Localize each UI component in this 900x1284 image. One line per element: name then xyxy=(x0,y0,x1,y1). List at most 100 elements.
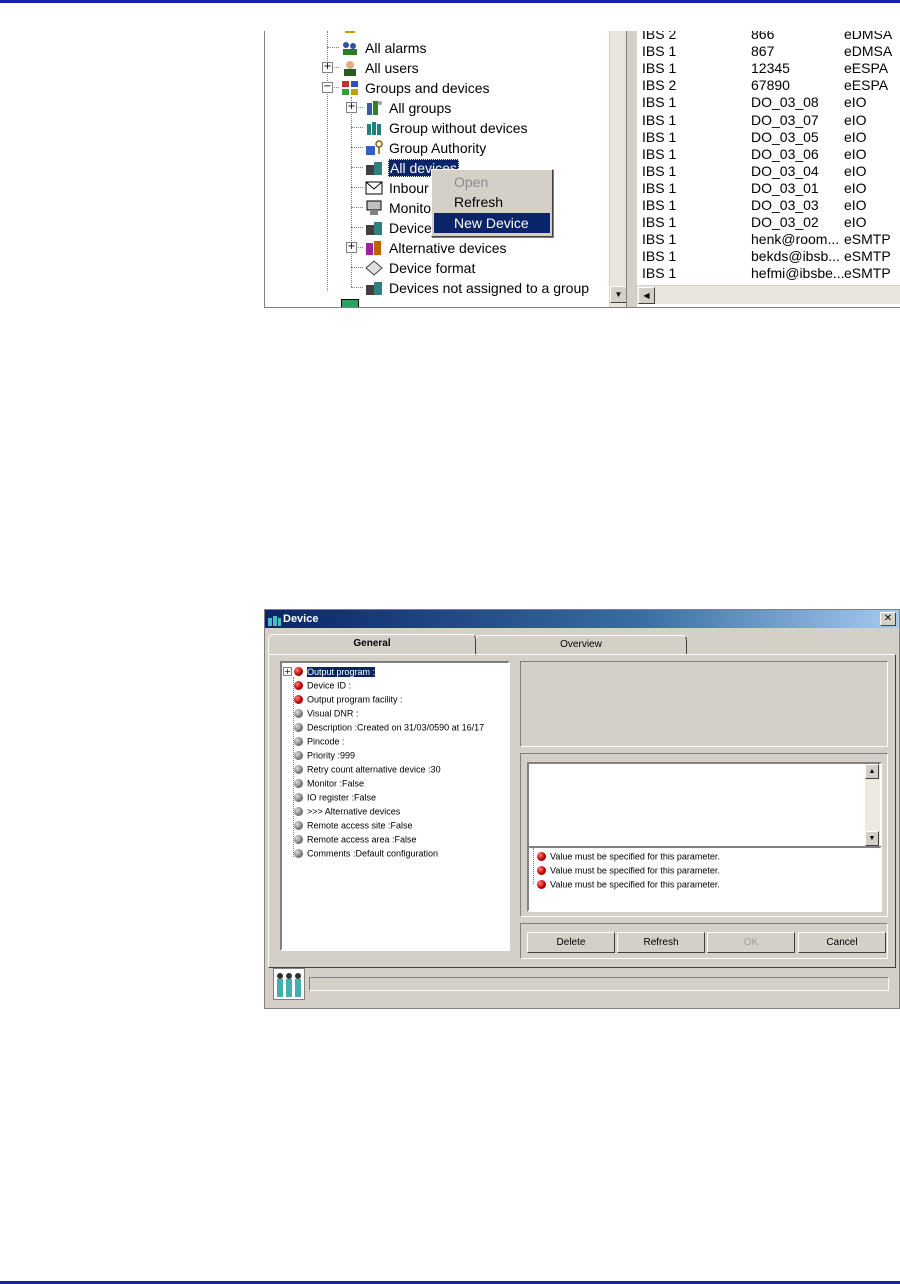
list-cell-type: eDMSA xyxy=(844,31,893,42)
tree-item-inbound[interactable]: Inbour xyxy=(365,177,430,197)
list-cell-id: DO_03_08 xyxy=(751,94,819,111)
parameter-row[interactable]: Device ID : xyxy=(294,678,351,692)
list-cell-type: eIO xyxy=(844,145,867,162)
tree-item-all-users[interactable]: All users xyxy=(341,57,420,77)
dialog-titlebar[interactable]: Device ✕ xyxy=(265,610,899,628)
monitor-icon xyxy=(365,200,383,216)
list-cell-server: IBS 1 xyxy=(642,111,677,128)
parameter-tree: + Output program : Device ID : Output prog… xyxy=(280,661,510,951)
devices-icon xyxy=(365,280,383,296)
scroll-left-icon[interactable]: ◀ xyxy=(638,287,655,304)
devices-icon xyxy=(365,160,383,176)
parameter-label: >>> Alternative devices xyxy=(307,806,401,817)
optional-status-icon xyxy=(294,849,303,859)
list-cell-type: eIO xyxy=(844,197,867,213)
list-cell-server: IBS 1 xyxy=(642,145,677,162)
menu-item-new-device[interactable]: New Device xyxy=(434,213,550,233)
tree-item-alternative-devices[interactable]: Alternative devices xyxy=(365,237,508,257)
parameter-row[interactable]: Priority :999 xyxy=(294,748,355,762)
description-scrollbar[interactable]: ▲ ▼ xyxy=(865,764,880,846)
close-icon[interactable]: ✕ xyxy=(880,612,896,626)
tree-item-group-authority[interactable]: Group Authority xyxy=(365,137,487,157)
parameter-label: Monitor :False xyxy=(307,778,365,789)
ok-button[interactable]: OK xyxy=(707,932,795,953)
parameter-editor-panel xyxy=(520,661,888,747)
parameter-row[interactable]: Output program : xyxy=(294,664,376,678)
parameter-row[interactable]: Remote access area :False xyxy=(294,832,417,846)
expand-output-program-toggle[interactable]: + xyxy=(283,667,292,676)
tree-item-device-format[interactable]: Device format xyxy=(365,257,476,277)
menu-item-open[interactable]: Open xyxy=(434,172,550,192)
scroll-up-icon[interactable]: ▲ xyxy=(865,764,879,779)
list-cell-id: 67890 xyxy=(751,77,790,94)
list-cell-type: eIO xyxy=(844,179,867,196)
parameter-row[interactable]: Description :Created on 31/03/0590 at 16… xyxy=(294,720,484,734)
context-menu: Open Refresh New Device xyxy=(431,169,553,237)
collapse-groups-and-devices-toggle[interactable]: − xyxy=(322,82,333,93)
validation-messages: Value must be specified for this paramet… xyxy=(527,846,882,912)
top-rule xyxy=(0,0,900,3)
list-cell-server: IBS 1 xyxy=(642,231,677,248)
partial-tree-item-icon xyxy=(341,299,359,307)
parameter-row[interactable]: IO register :False xyxy=(294,790,376,804)
tree-item-device[interactable]: Device xyxy=(365,217,433,237)
list-cell-server: IBS 1 xyxy=(642,43,677,60)
list-cell-server: IBS 1 xyxy=(642,265,677,282)
groups-icon xyxy=(365,100,383,116)
delete-button[interactable]: Delete xyxy=(527,932,615,953)
tree-vertical-scrollbar[interactable]: ▼ xyxy=(609,31,627,307)
explorer-screenshot: + − + + All alarms All users Groups and … xyxy=(264,31,900,308)
parameter-row[interactable]: >>> Alternative devices xyxy=(294,804,400,818)
optional-status-icon xyxy=(294,807,303,817)
list-horizontal-scrollbar[interactable]: ◀ xyxy=(637,285,900,304)
list-cell-server: IBS 1 xyxy=(642,128,677,145)
user-icon xyxy=(341,60,359,77)
tree-item-devices-not-assigned[interactable]: Devices not assigned to a group xyxy=(365,277,590,297)
validation-panel: ▲ ▼ Value must be specified for this par… xyxy=(520,753,888,917)
parameter-label: Priority :999 xyxy=(307,750,356,761)
parameter-label: Output program facility : xyxy=(307,694,403,705)
list-cell-id: 12345 xyxy=(751,60,790,77)
error-icon xyxy=(537,852,546,862)
parameter-row[interactable]: Remote access site :False xyxy=(294,818,413,832)
tree-item-all-alarms[interactable]: All alarms xyxy=(341,37,427,57)
parameter-row[interactable]: Retry count alternative device :30 xyxy=(294,762,441,776)
parameter-row[interactable]: Visual DNR : xyxy=(294,706,358,720)
list-cell-type: eDMSA xyxy=(844,43,893,60)
parameter-row[interactable]: Monitor :False xyxy=(294,776,364,790)
tree-item-groups-and-devices[interactable]: Groups and devices xyxy=(341,77,491,97)
alternative-devices-icon xyxy=(365,240,383,256)
scroll-down-icon[interactable]: ▼ xyxy=(865,831,879,846)
optional-status-icon xyxy=(294,835,303,845)
tree-item-all-groups[interactable]: All groups xyxy=(365,97,452,117)
description-textbox[interactable]: ▲ ▼ xyxy=(527,762,882,848)
validation-message: Value must be specified for this paramet… xyxy=(537,849,720,863)
tab-overview[interactable]: Overview xyxy=(475,635,687,655)
parameter-row[interactable]: Comments :Default configuration xyxy=(294,846,438,860)
list-cell-id: DO_03_06 xyxy=(751,145,819,162)
expand-alternative-devices-toggle[interactable]: + xyxy=(346,242,357,253)
scroll-down-icon[interactable]: ▼ xyxy=(610,286,627,303)
optional-status-icon xyxy=(294,793,303,803)
alarm-users-icon xyxy=(341,40,359,56)
list-cell-type: eIO xyxy=(844,214,867,231)
refresh-button[interactable]: Refresh xyxy=(617,932,705,953)
list-cell-type: eSMTP xyxy=(844,248,891,265)
device-list: IBS 2 866 eDMSA IBS 1 867 eDMSA IBS 1 12345 eESP… xyxy=(637,31,900,307)
list-cell-server: IBS 1 xyxy=(642,162,677,179)
list-cell-type: eIO xyxy=(844,128,867,145)
parameter-label: Remote access site :False xyxy=(307,820,413,831)
list-cell-server: IBS 1 xyxy=(642,197,677,213)
parameter-row[interactable]: Pincode : xyxy=(294,734,345,748)
parameter-row[interactable]: Output program facility : xyxy=(294,692,403,706)
menu-item-refresh[interactable]: Refresh xyxy=(434,192,550,212)
optional-status-icon xyxy=(294,821,303,831)
tab-general[interactable]: General xyxy=(268,634,476,656)
tree-item-monitor[interactable]: Monito xyxy=(365,197,432,217)
cancel-button[interactable]: Cancel xyxy=(798,932,886,953)
optional-status-icon xyxy=(294,737,303,747)
expand-all-groups-toggle[interactable]: + xyxy=(346,102,357,113)
expand-all-users-toggle[interactable]: + xyxy=(322,62,333,73)
parameter-label: IO register :False xyxy=(307,792,377,803)
tree-item-group-without-devices[interactable]: Group without devices xyxy=(365,117,529,137)
